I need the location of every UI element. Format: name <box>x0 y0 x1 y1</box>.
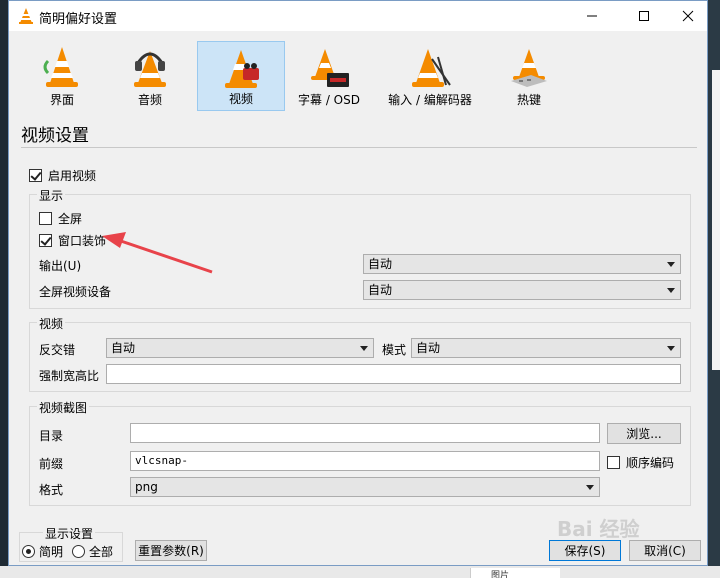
mode-label: 模式 <box>382 343 407 357</box>
directory-input[interactable] <box>130 423 600 443</box>
vlc-subtitle-icon <box>311 49 349 87</box>
deinterlace-select[interactable]: 自动 <box>106 338 374 358</box>
tab-audio[interactable]: 音频 <box>113 41 187 111</box>
category-toolbar: 界面 音频 视频 字幕 / OSD 输入 / 编解码器 热键 <box>9 35 707 115</box>
dropdown-arrow-icon <box>667 288 675 293</box>
format-select[interactable]: png <box>130 477 600 497</box>
display-group-label: 显示 <box>37 187 66 204</box>
dropdown-arrow-icon <box>586 485 594 490</box>
close-button[interactable] <box>665 1 711 31</box>
save-button[interactable]: 保存(S) <box>549 540 621 561</box>
prefix-input[interactable]: vlcsnap- <box>130 451 600 471</box>
all-mode-radio[interactable]: 全部 <box>72 543 113 560</box>
prefix-label: 前缀 <box>39 457 64 471</box>
all-mode-label: 全部 <box>89 545 114 559</box>
checkbox-box <box>39 212 52 225</box>
background-window <box>712 70 720 370</box>
taskbar-strip <box>0 566 720 578</box>
sequential-numbering-label: 顺序编码 <box>626 456 675 470</box>
fullscreen-label: 全屏 <box>58 212 83 226</box>
vlc-codec-icon <box>412 49 451 87</box>
tab-audio-label: 音频 <box>137 93 162 107</box>
minimize-icon <box>587 15 597 17</box>
window-title: 简明偏好设置 <box>39 12 118 27</box>
dropdown-arrow-icon <box>360 346 368 351</box>
watermark: Bai 经验 <box>557 517 640 541</box>
fullscreen-checkbox[interactable]: 全屏 <box>39 210 82 227</box>
tab-video[interactable]: 视频 <box>197 41 285 111</box>
tab-hotkeys-label: 热键 <box>516 93 541 107</box>
aspect-ratio-input[interactable] <box>106 364 681 384</box>
vlc-video-icon <box>225 50 259 88</box>
mode-value: 自动 <box>416 341 441 355</box>
tab-video-label: 视频 <box>228 92 253 106</box>
output-select-value: 自动 <box>368 257 393 271</box>
show-settings-label: 显示设置 <box>43 525 96 542</box>
checkbox-box <box>39 234 52 247</box>
video-group-label: 视频 <box>37 315 66 332</box>
tab-subtitles-label: 字幕 / OSD <box>298 93 360 107</box>
tab-input-codecs-label: 输入 / 编解码器 <box>388 93 472 107</box>
vlc-cone-icon <box>43 47 78 87</box>
vlc-logo-icon <box>19 8 33 24</box>
minimize-button[interactable] <box>569 1 615 31</box>
fullscreen-device-value: 自动 <box>368 283 393 297</box>
radio-dot <box>22 545 35 558</box>
enable-video-label: 启用视频 <box>48 169 97 183</box>
simple-mode-label: 简明 <box>39 545 64 559</box>
aspect-ratio-label: 强制宽高比 <box>39 369 100 383</box>
title-bar: 简明偏好设置 <box>9 1 707 31</box>
directory-label: 目录 <box>39 429 64 443</box>
tab-hotkeys[interactable]: 热键 <box>493 41 565 111</box>
dropdown-arrow-icon <box>667 346 675 351</box>
page-title: 视频设置 <box>21 126 89 146</box>
tab-subtitles[interactable]: 字幕 / OSD <box>291 41 367 111</box>
format-label: 格式 <box>39 483 64 497</box>
mode-select[interactable]: 自动 <box>411 338 681 358</box>
enable-video-checkbox[interactable]: 启用视频 <box>29 167 96 184</box>
vlc-headphones-icon <box>134 51 166 87</box>
dropdown-arrow-icon <box>667 262 675 267</box>
maximize-icon <box>639 11 649 21</box>
radio-dot <box>72 545 85 558</box>
snapshot-group-label: 视频截图 <box>37 399 90 416</box>
maximize-button[interactable] <box>621 1 667 31</box>
sequential-numbering-checkbox[interactable]: 顺序编码 <box>607 454 674 471</box>
checkbox-box <box>607 456 620 469</box>
annotation-arrow-icon <box>102 232 213 274</box>
taskbar-item[interactable]: 图片 <box>470 568 560 578</box>
tab-input-codecs[interactable]: 输入 / 编解码器 <box>377 41 483 111</box>
format-value: png <box>135 480 158 494</box>
browse-button[interactable]: 浏览... <box>607 423 681 444</box>
close-icon <box>682 10 694 22</box>
checkbox-box <box>29 169 42 182</box>
reset-preferences-button[interactable]: 重置参数(R) <box>135 540 207 561</box>
fullscreen-device-label: 全屏视频设备 <box>39 285 112 299</box>
window-decorations-label: 窗口装饰 <box>58 234 107 248</box>
fullscreen-device-select[interactable]: 自动 <box>363 280 681 300</box>
vlc-hotkey-icon <box>511 49 547 87</box>
cancel-button[interactable]: 取消(C) <box>629 540 701 561</box>
window-decorations-checkbox[interactable]: 窗口装饰 <box>39 232 106 249</box>
output-label: 输出(U) <box>39 259 82 273</box>
tab-interface-label: 界面 <box>49 93 74 107</box>
simple-mode-radio[interactable]: 简明 <box>22 543 63 560</box>
deinterlace-value: 自动 <box>111 341 136 355</box>
preferences-window: 简明偏好设置 界面 音频 视频 字幕 / OSD 输入 / 编解码器 热键 视频… <box>8 0 708 566</box>
tab-interface[interactable]: 界面 <box>25 41 99 111</box>
output-select[interactable]: 自动 <box>363 254 681 274</box>
deinterlace-label: 反交错 <box>39 343 76 357</box>
title-divider <box>21 147 697 148</box>
